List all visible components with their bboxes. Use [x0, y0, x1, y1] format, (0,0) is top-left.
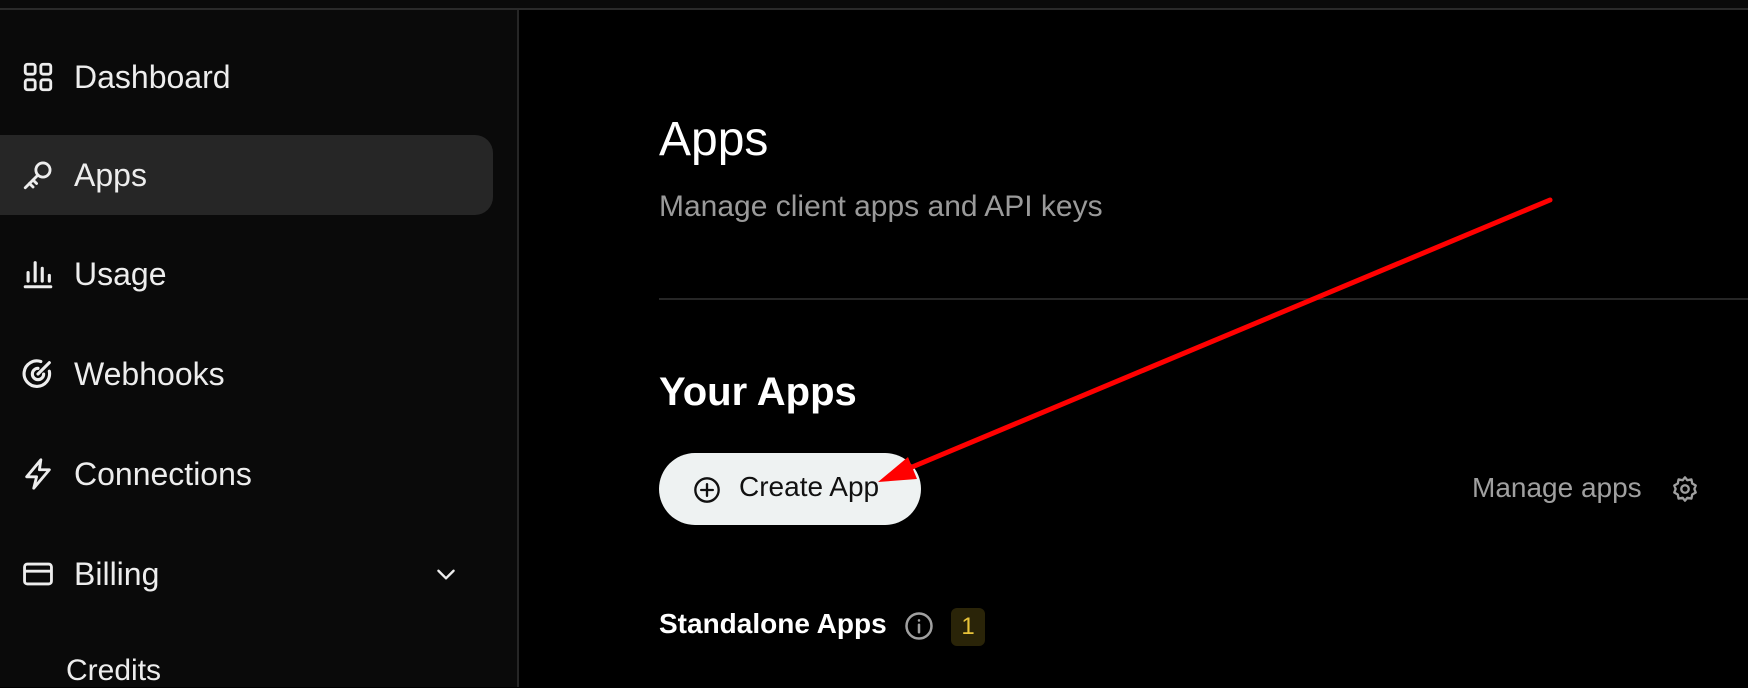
webhook-icon: [20, 356, 56, 392]
top-bar: [0, 0, 1748, 10]
sidebar-item-usage[interactable]: Usage: [0, 234, 493, 314]
sidebar-item-label: Dashboard: [74, 58, 231, 95]
sidebar-item-billing[interactable]: Billing: [0, 534, 493, 614]
divider: [659, 298, 1748, 300]
manage-apps-link[interactable]: Manage apps: [1472, 472, 1642, 504]
create-app-button[interactable]: Create App: [659, 453, 921, 525]
bar-chart-icon: [20, 256, 56, 292]
info-icon[interactable]: [904, 611, 934, 641]
chevron-down-icon[interactable]: [428, 556, 464, 592]
sidebar-item-label: Webhooks: [74, 355, 225, 392]
create-app-label: Create App: [739, 471, 880, 502]
section-title: Your Apps: [659, 370, 857, 414]
gear-icon[interactable]: [1671, 475, 1699, 503]
sidebar-item-webhooks[interactable]: Webhooks: [0, 334, 493, 414]
plus-circle-icon: [694, 477, 720, 503]
sidebar-item-dashboard[interactable]: Dashboard: [0, 37, 493, 117]
key-icon: [20, 157, 56, 193]
page-subtitle: Manage client apps and API keys: [659, 190, 1103, 223]
sidebar-item-label: Usage: [74, 255, 167, 292]
sidebar-item-connections[interactable]: Connections: [0, 434, 493, 514]
sidebar-item-label: Apps: [74, 156, 147, 193]
credit-card-icon: [20, 556, 56, 592]
page-title: Apps: [659, 113, 769, 166]
standalone-apps-title: Standalone Apps: [659, 608, 887, 639]
count-badge: 1: [951, 608, 985, 646]
sidebar-item-label: Billing: [74, 555, 160, 592]
main-content: Apps Manage client apps and API keys You…: [521, 10, 1748, 687]
grid-icon: [20, 59, 56, 95]
lightning-icon: [20, 456, 56, 492]
sidebar-item-apps[interactable]: Apps: [0, 135, 493, 215]
sidebar-item-label: Connections: [74, 455, 252, 492]
sidebar-subitem-credits[interactable]: Credits: [66, 654, 161, 688]
sidebar: Dashboard Apps Usage Webhooks Connection…: [0, 10, 519, 687]
